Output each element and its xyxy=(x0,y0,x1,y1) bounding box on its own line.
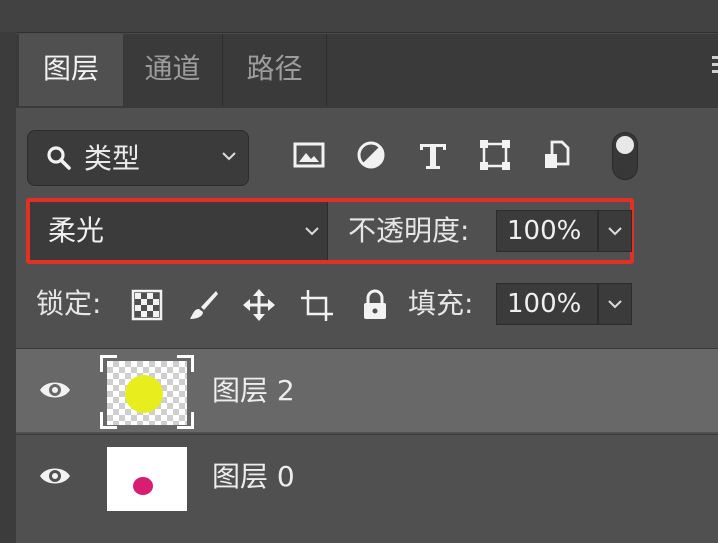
yellow-circle xyxy=(125,375,163,413)
layer-filter-kind-select[interactable]: 类型 xyxy=(27,130,249,186)
opacity-dropdown-button[interactable] xyxy=(598,210,632,252)
top-bar xyxy=(0,0,718,33)
layer-row[interactable]: 图层 0 xyxy=(16,434,718,518)
opacity-input[interactable]: 100% xyxy=(496,210,598,252)
fill-input[interactable]: 100% xyxy=(496,283,598,325)
layer-thumbnail xyxy=(100,441,194,515)
fill-label: 填充: xyxy=(408,287,474,320)
panel-left-edge xyxy=(0,32,16,543)
lock-transparent-pixels-icon[interactable] xyxy=(130,288,164,322)
opacity-label: 不透明度: xyxy=(348,214,470,247)
search-icon xyxy=(47,146,71,170)
filter-kind-label: 类型 xyxy=(84,142,141,175)
white-canvas xyxy=(107,447,187,511)
tab-channels[interactable]: 通道 xyxy=(123,34,223,106)
toggle-knob xyxy=(616,136,634,154)
lock-label: 锁定: xyxy=(36,287,102,320)
layer-row[interactable]: 图层 2 xyxy=(16,348,718,432)
blend-mode-value: 柔光 xyxy=(48,214,105,247)
image-filter-icon[interactable] xyxy=(292,138,326,172)
lock-all-icon[interactable] xyxy=(358,288,392,322)
selection-corner xyxy=(177,412,194,429)
fill-dropdown-button[interactable] xyxy=(598,283,632,325)
layer-name[interactable]: 图层 2 xyxy=(212,349,295,433)
eye-icon[interactable] xyxy=(38,463,72,489)
blend-mode-row-highlight: 柔光 不透明度: 100% xyxy=(26,198,634,264)
selection-corner xyxy=(100,412,117,429)
chevron-down-icon xyxy=(608,224,622,238)
chevron-down-icon xyxy=(222,149,236,163)
adjustment-filter-icon[interactable] xyxy=(354,138,388,172)
lock-artboard-icon[interactable] xyxy=(300,288,334,322)
layers-panel: 类型 柔光 不透明度: 100% 锁定: 填充: 100% 图层 2 图层 0 xyxy=(16,108,718,543)
tab-paths[interactable]: 路径 xyxy=(223,34,327,106)
tab-layers[interactable]: 图层 xyxy=(19,34,123,106)
chevron-down-icon xyxy=(305,224,319,238)
eye-icon[interactable] xyxy=(38,377,72,403)
pink-dot xyxy=(133,477,153,495)
panel-menu-icon[interactable] xyxy=(712,56,718,80)
filter-toggle-switch[interactable] xyxy=(612,132,638,180)
chevron-down-icon xyxy=(608,297,622,311)
smart-object-filter-icon[interactable] xyxy=(540,138,574,172)
blend-mode-select[interactable]: 柔光 xyxy=(30,202,328,260)
selection-corner xyxy=(100,355,117,372)
shape-filter-icon[interactable] xyxy=(478,138,512,172)
type-filter-icon[interactable] xyxy=(416,138,450,172)
lock-image-pixels-icon[interactable] xyxy=(186,288,220,322)
panel-tab-bar: 图层 通道 路径 xyxy=(16,34,718,108)
layer-thumbnail xyxy=(100,355,194,429)
transparent-checker xyxy=(107,361,187,425)
selection-corner xyxy=(177,355,194,372)
lock-position-icon[interactable] xyxy=(242,288,276,322)
layer-name[interactable]: 图层 0 xyxy=(212,435,295,519)
